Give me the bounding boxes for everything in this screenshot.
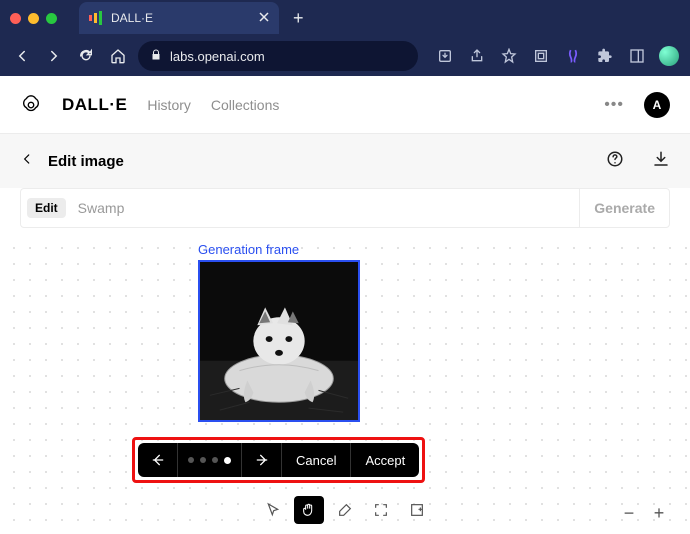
profile-icon[interactable]	[658, 45, 680, 67]
next-variation-button[interactable]	[242, 443, 282, 477]
chrome-actions	[434, 45, 680, 67]
reload-button[interactable]	[74, 44, 98, 68]
extension-icon-2[interactable]	[562, 45, 584, 67]
minimize-window-icon[interactable]	[28, 13, 39, 24]
upload-tool-icon[interactable]	[402, 496, 432, 524]
dot-1[interactable]	[188, 457, 194, 463]
prompt-bar: Edit Generate	[20, 188, 670, 228]
avatar[interactable]: A	[644, 92, 670, 118]
panel-icon[interactable]	[626, 45, 648, 67]
prev-variation-button[interactable]	[138, 443, 178, 477]
window-controls	[10, 13, 57, 24]
favicon-icon	[89, 11, 103, 25]
zoom-in-button[interactable]: +	[648, 502, 670, 524]
variation-dots	[178, 443, 242, 477]
app-header: DALL·E History Collections ••• A	[0, 76, 690, 134]
page-title: Edit image	[48, 153, 124, 170]
download-icon[interactable]	[652, 150, 670, 173]
help-icon[interactable]	[606, 150, 624, 173]
pan-tool-icon[interactable]	[294, 496, 324, 524]
maximize-window-icon[interactable]	[46, 13, 57, 24]
nav-collections[interactable]: Collections	[211, 97, 279, 113]
browser-chrome: DALL·E + labs.openai.com	[0, 0, 690, 76]
forward-button[interactable]	[42, 44, 66, 68]
select-tool-icon[interactable]	[258, 496, 288, 524]
zoom-out-button[interactable]: −	[618, 502, 640, 524]
sub-header: Edit image	[0, 134, 690, 188]
prompt-input[interactable]	[66, 200, 580, 216]
address-bar: labs.openai.com	[0, 36, 690, 76]
generate-button[interactable]: Generate	[579, 189, 669, 227]
variation-toolbar: Cancel Accept	[138, 443, 419, 477]
avatar-initial: A	[653, 98, 662, 112]
back-chevron-icon[interactable]	[20, 152, 34, 171]
generated-image	[200, 262, 358, 420]
eraser-tool-icon[interactable]	[330, 496, 360, 524]
dot-2[interactable]	[200, 457, 206, 463]
extensions-icon[interactable]	[594, 45, 616, 67]
tab-strip: DALL·E +	[0, 0, 690, 36]
share-icon[interactable]	[466, 45, 488, 67]
openai-logo-icon	[20, 94, 42, 116]
url-text: labs.openai.com	[170, 49, 265, 64]
tab-title: DALL·E	[111, 11, 251, 25]
zoom-controls: − +	[618, 502, 670, 524]
browser-tab[interactable]: DALL·E	[79, 2, 279, 34]
extension-icon-1[interactable]	[530, 45, 552, 67]
carousel-highlight: Cancel Accept	[132, 437, 425, 483]
back-button[interactable]	[10, 44, 34, 68]
tab-close-icon[interactable]	[259, 11, 269, 25]
generation-frame-label: Generation frame	[198, 242, 299, 257]
nav-history[interactable]: History	[147, 97, 191, 113]
app-title: DALL·E	[62, 95, 127, 115]
bookmark-icon[interactable]	[498, 45, 520, 67]
install-icon[interactable]	[434, 45, 456, 67]
canvas-area[interactable]: Generation frame	[0, 234, 690, 534]
lock-icon	[150, 49, 162, 64]
edit-badge: Edit	[27, 198, 66, 218]
generation-frame[interactable]	[198, 260, 360, 422]
cancel-button[interactable]: Cancel	[282, 443, 351, 477]
accept-button[interactable]: Accept	[351, 443, 419, 477]
dot-4[interactable]	[224, 457, 231, 464]
close-window-icon[interactable]	[10, 13, 21, 24]
more-menu-icon[interactable]: •••	[604, 96, 624, 114]
home-button[interactable]	[106, 44, 130, 68]
generation-frame-tool-icon[interactable]	[366, 496, 396, 524]
editor-tools	[0, 496, 690, 524]
dot-3[interactable]	[212, 457, 218, 463]
url-field[interactable]: labs.openai.com	[138, 41, 418, 71]
new-tab-button[interactable]: +	[293, 8, 304, 29]
